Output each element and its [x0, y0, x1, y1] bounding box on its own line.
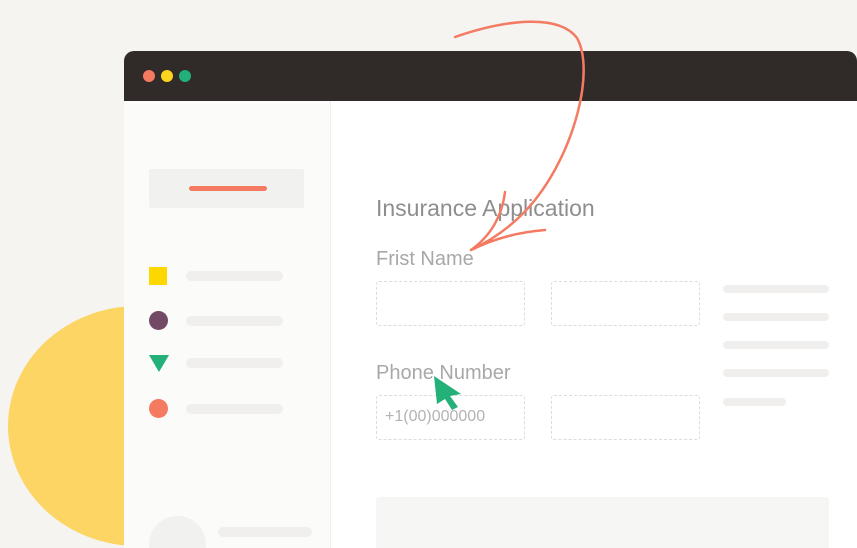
- curved-arrow-icon: [453, 20, 585, 252]
- cursor-arrow-icon: [434, 376, 461, 410]
- annotation-overlay: [434, 20, 585, 410]
